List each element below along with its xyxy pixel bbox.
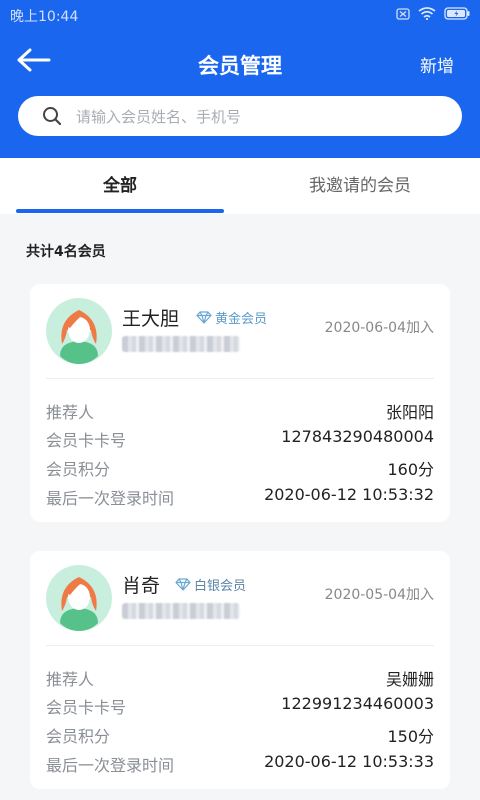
diamond-icon [196,311,212,324]
member-level-label: 黄金会员 [215,312,268,327]
card-number-row: 会员卡卡号 127843290480004 [46,427,434,451]
avatar [46,565,112,631]
referrer-value: 张阳阳 [385,403,434,422]
last-login-value: 2020-06-12 10:53:33 [264,752,434,771]
active-tab-indicator [16,209,224,213]
tab-invited-members[interactable]: 我邀请的会员 [240,158,480,214]
points-row: 会员积分 150分 [46,723,434,747]
tab-all[interactable]: 全部 [0,158,240,214]
wifi-icon [418,7,436,20]
status-bar: 晚上10:44 [0,0,480,30]
member-level-badge: 白银会员 [175,575,246,594]
referrer-value: 吴姗姗 [385,670,434,689]
member-level-label: 白银会员 [194,579,247,594]
member-name: 王大胆 [122,308,180,330]
member-level-badge: 黄金会员 [196,308,267,327]
points-value: 150分 [387,727,434,746]
last-login-label: 最后一次登录时间 [46,756,175,775]
status-icons [396,7,470,20]
last-login-value: 2020-06-12 10:53:32 [264,485,434,504]
referrer-row: 推荐人 吴姗姗 [46,666,434,690]
card-number-label: 会员卡卡号 [46,431,127,450]
search-placeholder: 请输入会员姓名、手机号 [76,108,242,126]
divider [46,645,434,646]
page-title: 会员管理 [198,54,282,78]
no-sim-icon [396,7,410,20]
member-count: 共计4名会员 [26,244,106,260]
member-phone-blurred [122,336,240,352]
divider [46,378,434,379]
status-time: 晚上10:44 [10,9,79,25]
referrer-row: 推荐人 张阳阳 [46,399,434,423]
search-input[interactable]: 请输入会员姓名、手机号 [18,96,462,136]
join-date: 2020-06-04加入 [324,320,434,336]
battery-icon [444,7,470,20]
points-label: 会员积分 [46,727,111,746]
points-label: 会员积分 [46,460,111,479]
nav-bar: 会员管理 新增 [0,38,480,90]
add-member-button[interactable]: 新增 [420,52,454,77]
avatar [46,298,112,364]
card-number-row: 会员卡卡号 122991234460003 [46,694,434,718]
points-row: 会员积分 160分 [46,456,434,480]
member-phone-blurred [122,603,240,619]
member-card[interactable]: 肖奇 白银会员 2020-05-04加入 推荐人 吴姗姗 会员卡卡号 12299… [30,551,450,789]
tab-bar: 全部 我邀请的会员 [0,158,480,214]
card-number-value: 127843290480004 [281,427,434,446]
member-card[interactable]: 王大胆 黄金会员 2020-06-04加入 推荐人 张阳阳 会员卡卡号 1278… [30,284,450,522]
referrer-label: 推荐人 [46,403,95,422]
join-date: 2020-05-04加入 [324,587,434,603]
card-number-value: 122991234460003 [281,694,434,713]
last-login-label: 最后一次登录时间 [46,489,175,508]
diamond-icon [175,578,191,591]
last-login-row: 最后一次登录时间 2020-06-12 10:53:33 [46,752,434,776]
search-icon [43,107,62,126]
points-value: 160分 [387,460,434,479]
member-name: 肖奇 [122,575,161,597]
last-login-row: 最后一次登录时间 2020-06-12 10:53:32 [46,485,434,509]
referrer-label: 推荐人 [46,670,95,689]
card-number-label: 会员卡卡号 [46,698,127,717]
header-bar: 晚上10:44 会员管理 新增 请输入会员姓名、手机号 [0,0,480,158]
